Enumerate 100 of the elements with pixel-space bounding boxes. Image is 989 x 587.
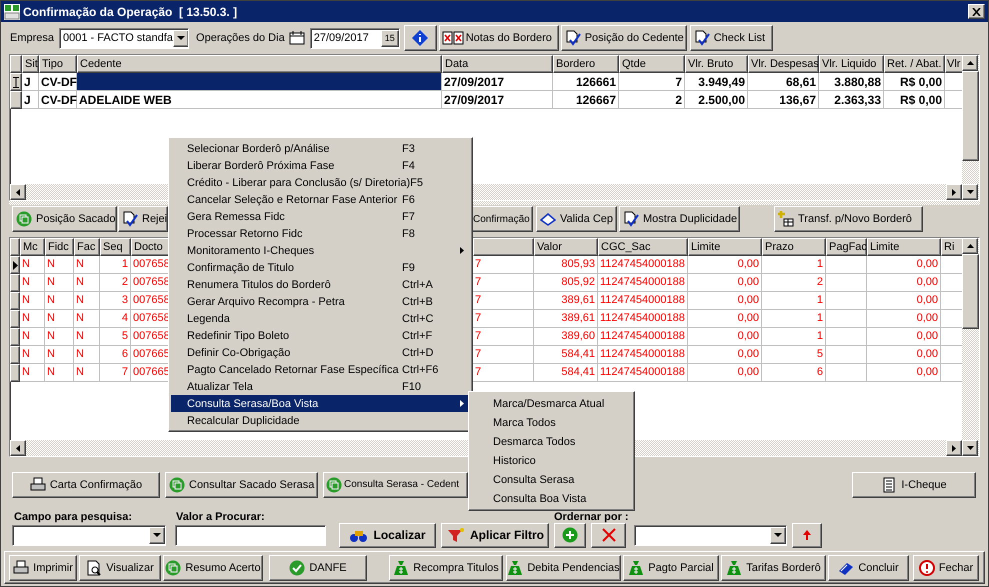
toolbar-button[interactable]: Check List <box>690 25 773 51</box>
search-value-field[interactable] <box>175 524 326 546</box>
menu-item[interactable]: Gera Remessa Fidc F7 <box>171 208 470 225</box>
column-header[interactable]: Ret. / Abat. <box>884 55 945 73</box>
toolbar-button[interactable]: Resumo Acerto <box>163 554 263 580</box>
action-button[interactable]: Posição Sacado <box>12 206 117 232</box>
row-indicator[interactable] <box>10 91 22 109</box>
submenu-arrow-icon <box>460 247 464 254</box>
menu-item[interactable]: Legenda Ctrl+C <box>171 310 470 327</box>
menu-item[interactable]: Redefinir Tipo Boleto Ctrl+F <box>171 327 470 344</box>
menu-item[interactable]: Processar Retorno Fidc F8 <box>171 225 470 242</box>
menu-item[interactable]: Selecionar Borderô p/Análise F3 <box>171 140 470 157</box>
toolbar-button[interactable]: Fechar <box>913 554 979 580</box>
action-button[interactable]: Confirmação <box>471 206 533 232</box>
toolbar-button[interactable]: Concluir <box>828 554 909 580</box>
column-header[interactable]: Tipo <box>39 55 77 73</box>
column-header[interactable]: Valor <box>534 238 598 256</box>
toolbar-button[interactable]: DANFE <box>269 554 367 580</box>
column-header[interactable]: Limite <box>867 238 941 256</box>
search-field-dropdown[interactable] <box>12 524 166 546</box>
toolbar-button[interactable]: Notas do Bordero <box>438 25 559 51</box>
localizar-button[interactable]: Localizar <box>339 522 436 548</box>
date-field[interactable]: 27/09/2017 15 <box>310 28 400 48</box>
menu-item[interactable]: Consulta Serasa/Boa Vista <box>171 395 470 412</box>
column-header[interactable]: Vlr. Bruto <box>685 55 748 73</box>
menu-item[interactable]: Marca/Desmarca Atual <box>471 394 632 413</box>
calendar-button[interactable]: 15 <box>380 30 399 46</box>
row-indicator[interactable] <box>10 292 20 310</box>
column-header[interactable]: Fac <box>74 238 100 256</box>
column-header[interactable]: Qtde <box>619 55 685 73</box>
copy-circle-icon <box>169 476 185 492</box>
table-cell: N <box>20 256 45 274</box>
toolbar-button[interactable]: Tarifas Borderô <box>721 554 826 580</box>
column-header[interactable]: Vlr. Liquido <box>819 55 884 73</box>
menu-item[interactable]: Gerar Arquivo Recompra - Petra Ctrl+B <box>171 293 470 310</box>
toolbar-button[interactable]: Recompra Titulos <box>389 554 503 580</box>
table-cell: 0,00 <box>867 292 941 310</box>
column-header[interactable]: Seq <box>100 238 131 256</box>
menu-item[interactable]: Historico <box>471 451 632 470</box>
column-header[interactable]: Limite <box>688 238 762 256</box>
column-header[interactable]: Bordero <box>553 55 619 73</box>
column-header[interactable]: CGC_Sac <box>598 238 688 256</box>
table-cell: N <box>74 292 100 310</box>
menu-item[interactable]: Consulta Boa Vista <box>471 489 632 508</box>
column-header[interactable]: Docto <box>131 238 170 256</box>
column-header[interactable]: Data <box>442 55 553 73</box>
order-dropdown[interactable] <box>634 524 787 546</box>
action-button[interactable]: Valida Cep <box>536 206 617 232</box>
toolbar-button[interactable]: Debita Pendencias <box>506 554 621 580</box>
sort-button[interactable] <box>792 522 822 548</box>
vertical-scrollbar[interactable] <box>962 238 979 456</box>
filter-button[interactable]: Aplicar Filtro <box>441 522 549 548</box>
table-cell: 2.500,00 <box>685 91 748 109</box>
row-indicator[interactable] <box>10 328 20 346</box>
column-header[interactable]: Cedente <box>77 55 442 73</box>
column-header[interactable]: Prazo <box>762 238 826 256</box>
menu-item[interactable]: Liberar Borderô Próxima Fase F4 <box>171 157 470 174</box>
table-cell: 0,00 <box>867 274 941 292</box>
action-button[interactable]: Transf. p/Novo Borderô <box>774 206 923 232</box>
add-button[interactable] <box>554 522 586 548</box>
menu-item[interactable]: Confirmação de Titulo F9 <box>171 259 470 276</box>
column-header[interactable]: Sit <box>22 55 39 73</box>
row-indicator[interactable] <box>10 310 20 328</box>
menu-item[interactable]: Consulta Serasa <box>471 470 632 489</box>
menu-item[interactable]: Recalcular Duplicidade <box>171 412 470 429</box>
row-indicator[interactable] <box>10 256 20 274</box>
column-header[interactable] <box>473 238 534 256</box>
menu-item[interactable]: Cancelar Seleção e Retornar Fase Anterior F6 <box>171 191 470 208</box>
table-cell: 0,00 <box>688 310 762 328</box>
menu-item[interactable]: Renumera Titulos do Borderô Ctrl+A <box>171 276 470 293</box>
close-button[interactable] <box>968 4 985 19</box>
toolbar-button[interactable]: Visualizar <box>79 554 161 580</box>
remove-button[interactable] <box>591 522 626 548</box>
menu-item[interactable]: Monitoramento I-Cheques <box>171 242 470 259</box>
menu-item[interactable]: Pagto Cancelado Retornar Fase Específica Ctrl+F6 <box>171 361 470 378</box>
menu-item[interactable]: Marca Todos <box>471 413 632 432</box>
document-check-icon <box>623 211 639 227</box>
table-cell: 0,00 <box>688 274 762 292</box>
menu-item[interactable]: Definir Co-Obrigação Ctrl+D <box>171 344 470 361</box>
toolbar-button[interactable]: Posição do Cedente <box>560 25 687 51</box>
action-button[interactable]: Carta Confirmação <box>12 472 160 498</box>
menu-item[interactable]: Crédito - Liberar para Conclusão (s/ Diretoria)F5 <box>171 174 470 191</box>
action-button[interactable]: I-Cheque <box>852 472 976 498</box>
row-indicator[interactable] <box>10 274 20 292</box>
info-button[interactable] <box>404 25 437 51</box>
row-indicator[interactable] <box>10 73 22 91</box>
column-header[interactable]: Fidc <box>45 238 74 256</box>
action-button[interactable]: Mostra Duplicidade <box>619 206 740 232</box>
row-indicator[interactable] <box>10 346 20 364</box>
row-indicator[interactable] <box>10 364 20 382</box>
column-header[interactable]: Mc <box>20 238 45 256</box>
action-button[interactable]: Consulta Serasa - Cedent <box>323 472 468 498</box>
action-button[interactable]: Rejei <box>118 206 168 232</box>
action-button[interactable]: Consultar Sacado Serasa <box>165 472 318 498</box>
menu-item[interactable]: Atualizar Tela F10 <box>171 378 470 395</box>
close-icon <box>972 8 981 16</box>
toolbar-button[interactable]: Imprimir <box>9 554 77 580</box>
empresa-dropdown[interactable]: 0001 - FACTO standfa <box>59 28 190 48</box>
toolbar-button[interactable]: Pagto Parcial <box>623 554 719 580</box>
vertical-scrollbar[interactable] <box>962 55 979 200</box>
